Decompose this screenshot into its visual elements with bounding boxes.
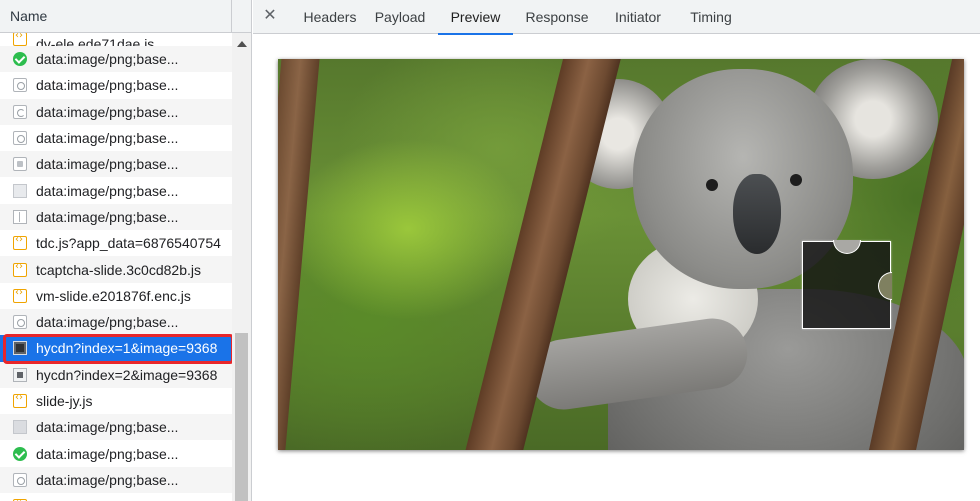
name-column-header[interactable]: Name (0, 0, 251, 33)
request-name: data:image/png;base... (36, 445, 179, 462)
request-name: data:image/png;base... (36, 471, 179, 488)
request-row[interactable]: tdc.js?app_data=6876540754 (0, 230, 232, 257)
request-row[interactable]: hycdn?index=2&image=9368 (0, 361, 232, 388)
flat-image-icon (13, 183, 27, 198)
tab-headers[interactable]: Headers (295, 0, 365, 34)
request-row[interactable]: dy-ele.ede71dae.js (0, 33, 232, 46)
name-column-label: Name (10, 8, 48, 24)
request-row[interactable]: data:image/png;base... (0, 466, 232, 494)
request-rows: dy-ele.ede71dae.js data:image/png;base...… (0, 33, 232, 501)
circle-image-icon (13, 78, 27, 93)
scrollbar-thumb[interactable] (235, 333, 248, 501)
js-file-icon (13, 392, 27, 408)
circle-image-icon (13, 315, 27, 330)
tab-timing[interactable]: Timing (686, 0, 736, 34)
request-row[interactable]: data:image/png;base... (0, 440, 232, 467)
green-check-image-icon (13, 446, 27, 461)
scroll-up-arrow-icon[interactable] (237, 41, 247, 47)
request-name: data:image/png;base... (36, 314, 179, 331)
koala-nose (733, 174, 781, 254)
tree-branch-left (278, 59, 321, 450)
js-file-icon (13, 234, 27, 251)
request-list-scrollbar[interactable] (232, 33, 251, 501)
preview-image (278, 59, 964, 450)
request-name: data:image/png;base... (36, 208, 179, 225)
light-image-icon (13, 367, 27, 382)
request-row[interactable]: data:image/png;base... (0, 308, 232, 336)
request-row[interactable]: slide-jy.js (0, 387, 232, 415)
green-check-image-icon (13, 52, 27, 67)
request-name: data:image/png;base... (36, 156, 179, 173)
koala-eye-right (790, 174, 802, 186)
request-name: data:image/png;base... (36, 77, 179, 94)
request-name: data:image/png;base... (36, 419, 179, 436)
request-name: tdc.js?app_data=6876540754 (36, 235, 221, 252)
preview-pane (253, 35, 980, 501)
request-name: hycdn?index=2&image=9368 (36, 366, 218, 383)
request-list-panel: Name dy-ele.ede71dae.js data:image/png;ba… (0, 0, 252, 501)
column-divider[interactable] (231, 0, 232, 33)
request-row[interactable]: tcaptcha-slide.3c0cd82b.js (0, 256, 232, 283)
gear-image-icon (13, 157, 27, 172)
circle-image-icon (13, 472, 27, 487)
request-row[interactable]: data:image/png;base... (0, 46, 232, 73)
split-image-icon (13, 209, 27, 224)
request-row[interactable]: hycdn?index=1&image=9368 (0, 335, 232, 362)
request-row[interactable]: data:image/png;base... (0, 72, 232, 99)
request-row[interactable]: blob:https://turing.capt (0, 493, 232, 501)
refresh-image-icon (13, 104, 27, 119)
gray-image-icon (13, 420, 27, 435)
puzzle-notch-right (878, 272, 892, 300)
js-file-icon (13, 261, 27, 277)
request-name: data:image/png;base... (36, 103, 179, 120)
circle-image-icon (13, 131, 27, 146)
tab-preview[interactable]: Preview (438, 0, 513, 35)
request-row[interactable]: data:image/png;base... (0, 124, 232, 152)
close-icon[interactable]: ✕ (261, 5, 279, 27)
request-name: data:image/png;base... (36, 182, 179, 199)
koala-eye-left (706, 179, 718, 191)
puzzle-notch-top (833, 240, 861, 254)
request-row[interactable]: vm-slide.e201876f.enc.js (0, 282, 232, 309)
request-name: slide-jy.js (36, 393, 93, 409)
detail-tabs-bar: ✕ Headers Payload Preview Response Initi… (253, 0, 980, 35)
request-row[interactable]: data:image/png;base... (0, 414, 232, 441)
request-name: tcaptcha-slide.3c0cd82b.js (36, 261, 201, 278)
captcha-puzzle-piece-slot (802, 240, 892, 329)
request-row[interactable]: data:image/png;base... (0, 98, 232, 125)
tab-payload[interactable]: Payload (371, 0, 429, 34)
js-file-icon (13, 33, 27, 46)
request-name: data:image/png;base... (36, 51, 179, 68)
js-file-icon (13, 287, 27, 303)
tab-response[interactable]: Response (521, 0, 593, 34)
tab-initiator[interactable]: Initiator (609, 0, 667, 34)
request-row[interactable]: data:image/png;base... (0, 203, 232, 231)
request-row[interactable]: data:image/png;base... (0, 151, 232, 178)
dark-image-icon (13, 341, 27, 356)
request-name: data:image/png;base... (36, 130, 179, 147)
request-name: hycdn?index=1&image=9368 (36, 340, 218, 357)
request-row[interactable]: data:image/png;base... (0, 177, 232, 204)
request-name: dy-ele.ede71dae.js (36, 36, 155, 46)
request-name: vm-slide.e201876f.enc.js (36, 287, 191, 304)
